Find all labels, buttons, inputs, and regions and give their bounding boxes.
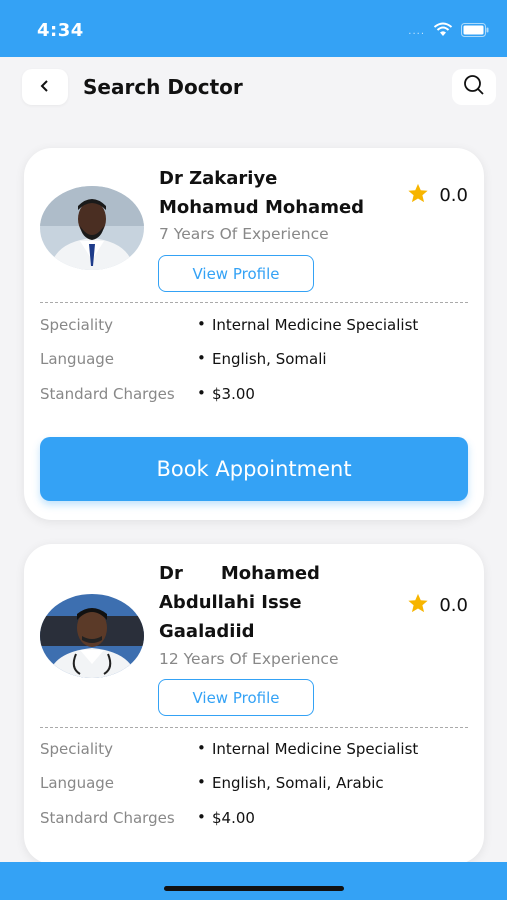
- language-label: Language: [40, 774, 115, 792]
- search-button[interactable]: [452, 69, 496, 105]
- doctor-avatar: [40, 186, 144, 270]
- doctor-name-line: Dr Zakariye: [159, 168, 278, 189]
- doctor-name-line: Gaaladiid: [159, 621, 255, 642]
- view-profile-button[interactable]: View Profile: [158, 679, 314, 716]
- doctor-name: Dr Zakariye Mohamud Mohamed: [159, 164, 399, 222]
- rating-value: 0.0: [439, 595, 468, 616]
- doctor-name: Dr Mohamed Abdullahi Isse Gaaladiid: [159, 559, 399, 646]
- star-icon: [407, 592, 429, 619]
- rating: 0.0: [407, 592, 468, 619]
- doctor-avatar: [40, 594, 144, 678]
- charges-label: Standard Charges: [40, 809, 175, 827]
- speciality-row: Speciality Internal Medicine Specialist: [40, 739, 480, 760]
- wifi-icon: [433, 22, 453, 41]
- doctor-name-line: Mohamud Mohamed: [159, 197, 365, 218]
- experience: 12 Years Of Experience: [159, 650, 339, 668]
- home-indicator[interactable]: [164, 886, 344, 891]
- charges-row: Standard Charges $4.00: [40, 808, 480, 829]
- search-icon: [462, 73, 486, 101]
- view-profile-button[interactable]: View Profile: [158, 255, 314, 292]
- charges-label: Standard Charges: [40, 385, 175, 403]
- language-row: Language English, Somali: [40, 349, 480, 370]
- chevron-left-icon: [39, 78, 51, 97]
- language-value: English, Somali, Arabic: [197, 773, 384, 792]
- divider: [40, 727, 468, 728]
- divider: [40, 302, 468, 303]
- speciality-label: Speciality: [40, 316, 113, 334]
- charges-value: $3.00: [197, 384, 255, 403]
- charges-row: Standard Charges $3.00: [40, 384, 480, 405]
- doctor-name-word: Mohamed: [220, 563, 320, 584]
- rating: 0.0: [407, 182, 468, 209]
- signal-dots: ....: [408, 26, 425, 37]
- star-icon: [407, 182, 429, 209]
- doctor-card: Dr Zakariye Mohamud Mohamed 0.0 7 Years …: [24, 148, 484, 520]
- experience: 7 Years Of Experience: [159, 225, 329, 243]
- doctor-card: Dr Mohamed Abdullahi Isse Gaaladiid 0.0 1…: [24, 544, 484, 864]
- speciality-value: Internal Medicine Specialist: [197, 739, 418, 758]
- speciality-label: Speciality: [40, 740, 113, 758]
- doctor-name-line: Dr Mohamed: [159, 559, 399, 588]
- language-value: English, Somali: [197, 349, 326, 368]
- page-title: Search Doctor: [83, 75, 243, 99]
- back-button[interactable]: [22, 69, 68, 105]
- speciality-row: Speciality Internal Medicine Specialist: [40, 315, 480, 336]
- rating-value: 0.0: [439, 185, 468, 206]
- doctor-name-line: Abdullahi Isse: [159, 592, 302, 613]
- status-icons: ....: [408, 22, 489, 41]
- language-label: Language: [40, 350, 115, 368]
- book-appointment-button[interactable]: Book Appointment: [40, 437, 468, 501]
- charges-value: $4.00: [197, 808, 255, 827]
- speciality-value: Internal Medicine Specialist: [197, 315, 418, 334]
- doctor-name-word: Dr: [159, 563, 183, 584]
- battery-icon: [461, 22, 489, 41]
- language-row: Language English, Somali, Arabic: [40, 773, 480, 794]
- status-time: 4:34: [37, 20, 84, 41]
- status-bar: 4:34 ....: [0, 0, 507, 57]
- bottom-bar: [0, 862, 507, 900]
- header: Search Doctor: [0, 57, 507, 119]
